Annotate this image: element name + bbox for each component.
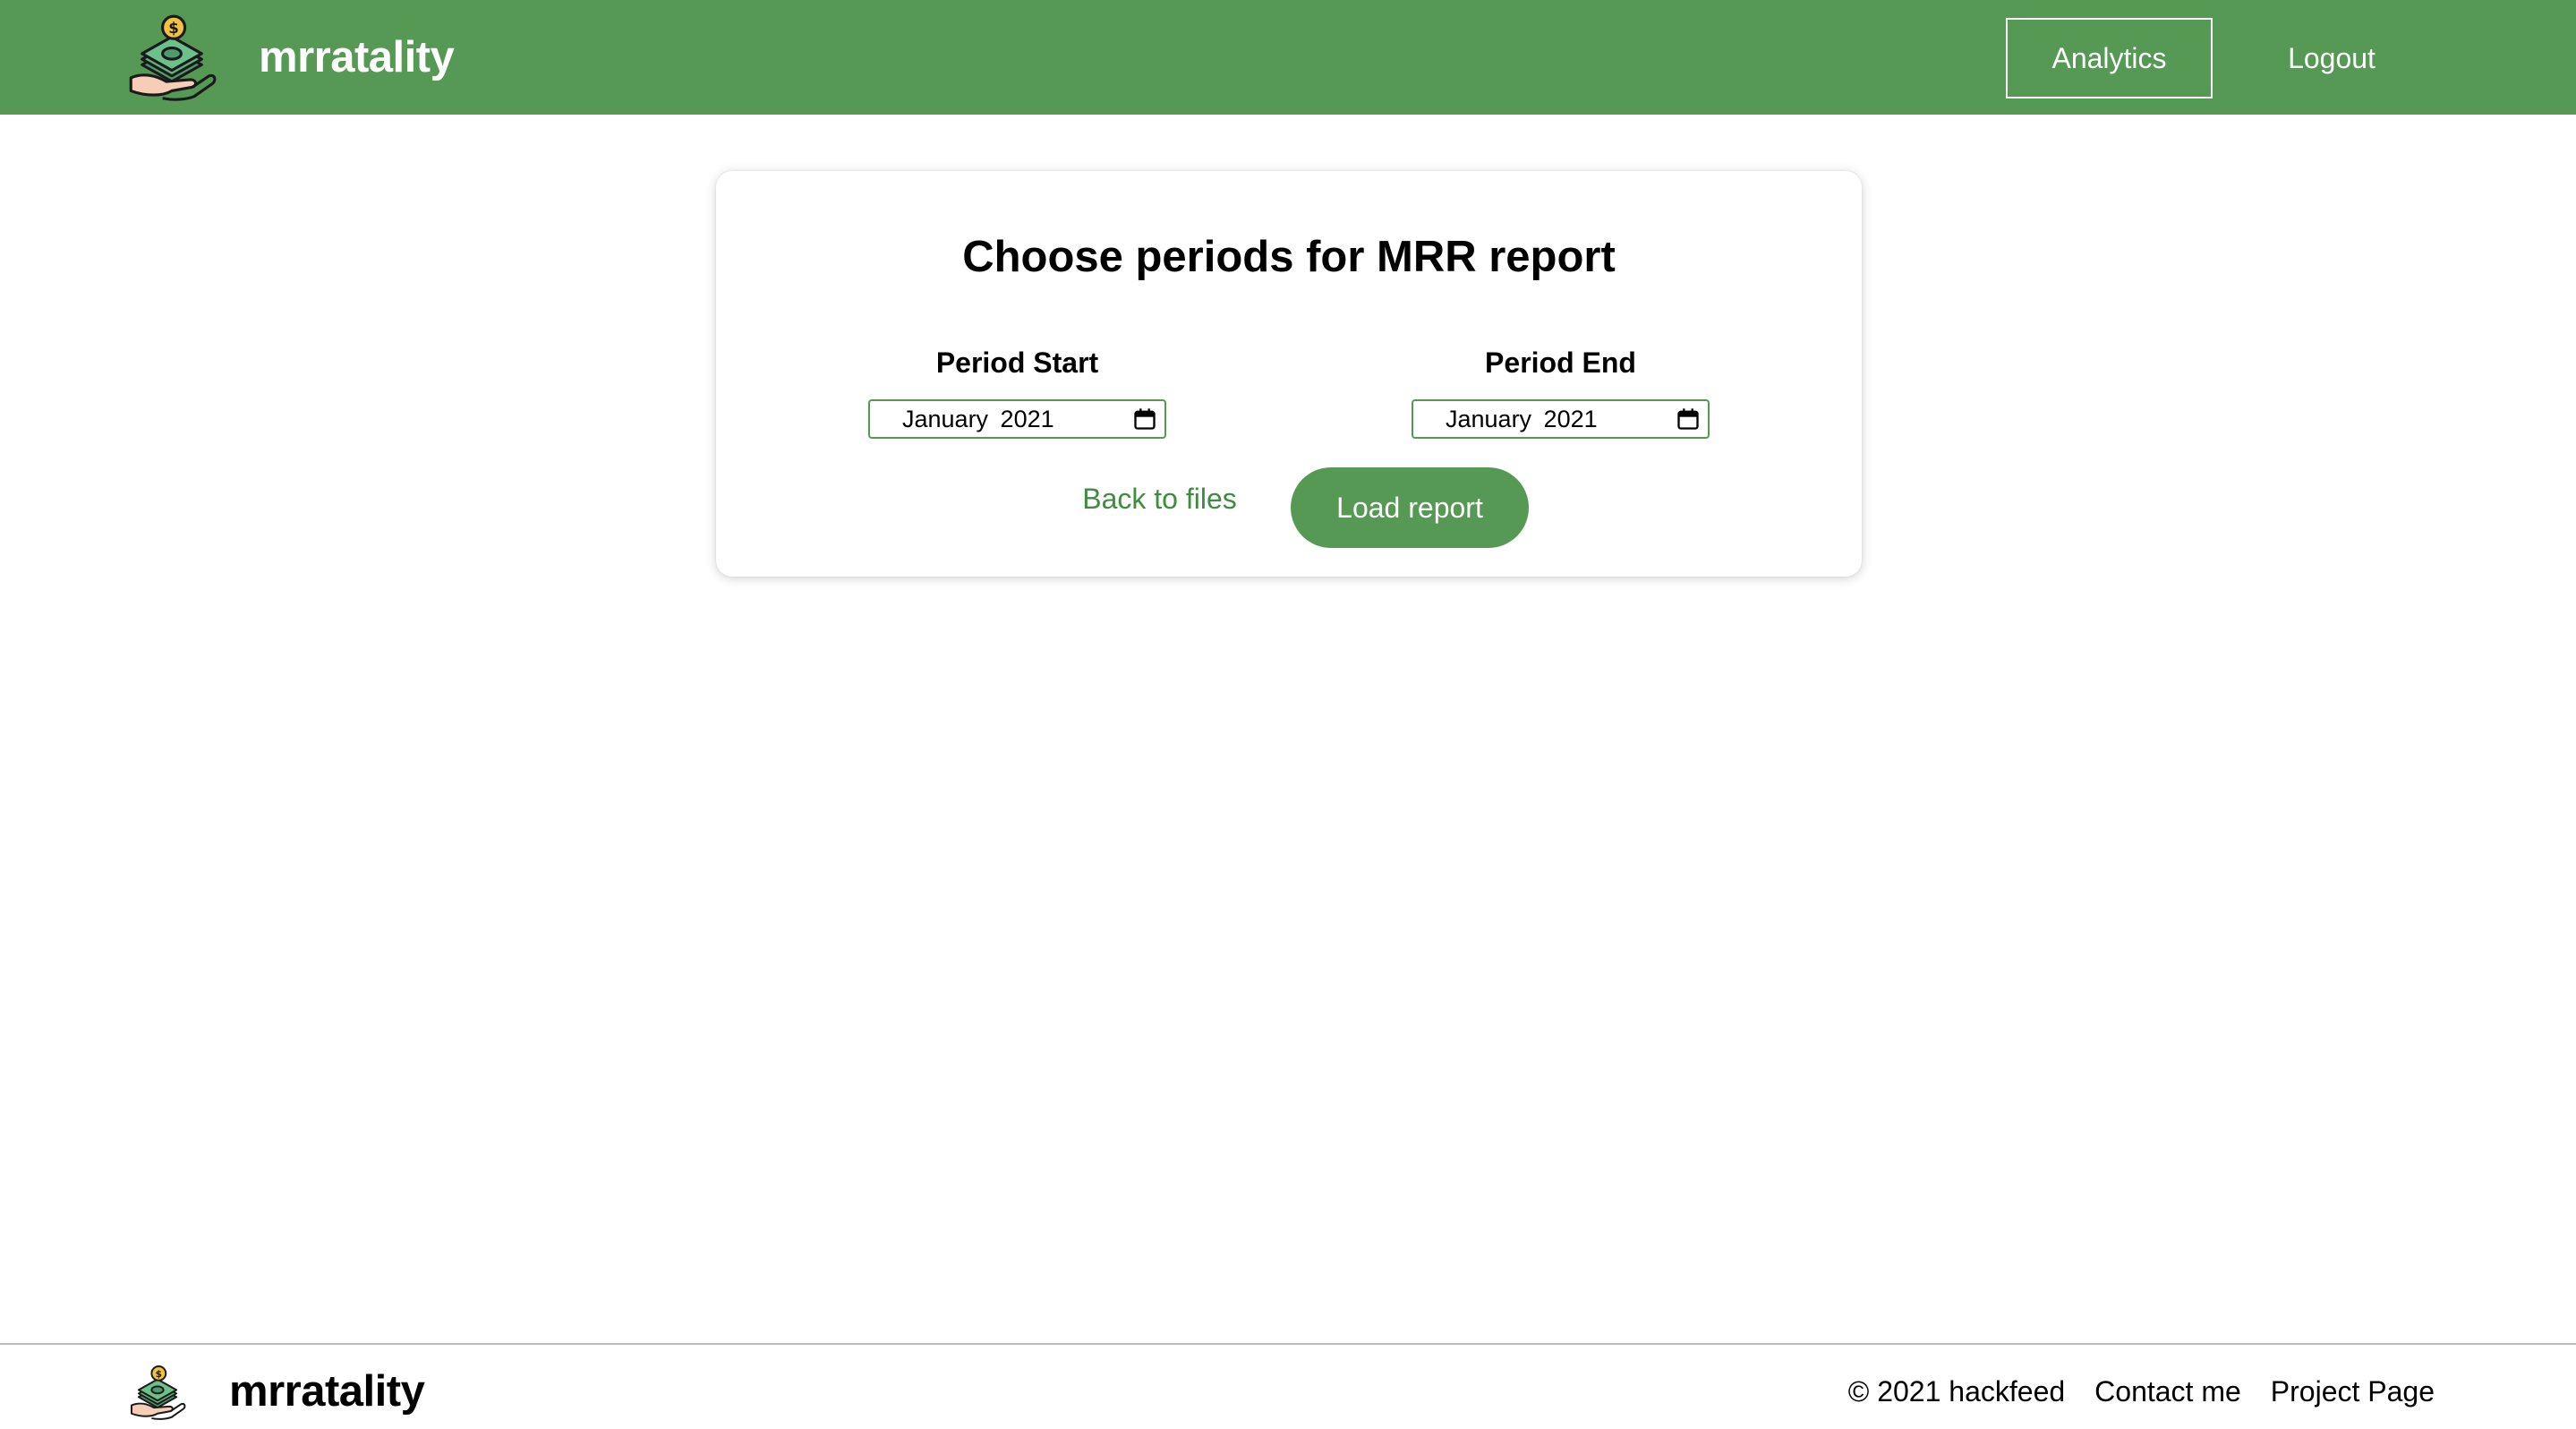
footer-brand-name[interactable]: mrratality <box>229 1365 425 1418</box>
top-navbar: $ mrratality Analytics Logout <box>0 0 2576 115</box>
svg-text:$: $ <box>168 20 179 37</box>
back-to-files-link[interactable]: Back to files <box>1065 466 1254 531</box>
period-start-label: Period Start <box>935 347 1099 379</box>
svg-text:$: $ <box>156 1369 162 1380</box>
period-start-input[interactable]: January 2021 <box>868 399 1166 439</box>
footer-links: © 2021 hackfeed Contact me Project Page <box>1848 1365 2435 1418</box>
period-end-value[interactable]: January 2021 <box>1446 401 1598 437</box>
copyright-text: © 2021 hackfeed <box>1847 1374 2066 1408</box>
card-title: Choose periods for MRR report <box>962 233 1616 281</box>
report-period-card: Choose periods for MRR report Period Sta… <box>716 171 1862 577</box>
money-hand-icon: $ <box>130 1365 186 1420</box>
calendar-icon[interactable] <box>1132 406 1157 432</box>
logout-nav-button[interactable]: Logout <box>2256 18 2408 98</box>
project-page-link[interactable]: Project Page <box>2271 1375 2435 1408</box>
analytics-nav-button[interactable]: Analytics <box>2006 18 2213 98</box>
period-start-value[interactable]: January 2021 <box>902 401 1054 437</box>
period-end-input[interactable]: January 2021 <box>1412 399 1710 439</box>
calendar-icon[interactable] <box>1676 406 1701 432</box>
brand-name[interactable]: mrratality <box>259 25 455 90</box>
load-report-button[interactable]: Load report <box>1291 467 1529 548</box>
footer: $ mrratality © 2021 hackfeed Contact me … <box>0 1343 2576 1429</box>
money-hand-icon: $ <box>129 14 217 101</box>
period-end-label: Period End <box>1485 347 1636 379</box>
page: $ mrratality Analytics Logout Choose per… <box>0 0 2576 1429</box>
contact-me-link[interactable]: Contact me <box>2094 1375 2241 1408</box>
